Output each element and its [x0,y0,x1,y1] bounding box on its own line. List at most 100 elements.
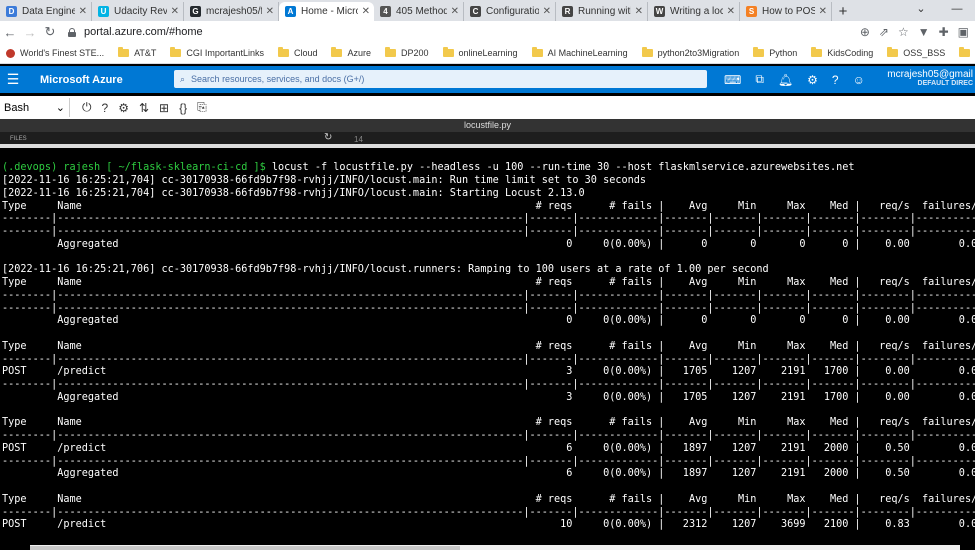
bookmark-item[interactable]: Cloud [277,47,317,58]
terminal-horizontal-scrollbar[interactable] [30,545,960,550]
terminal-command-line: (.devops) rajesh [ ~/flask-sklearn-ci-cd… [2,161,855,174]
bookmark-item[interactable]: onlineLearning [442,47,518,58]
terminal-command: locust -f locustfile.py --headless -u 10… [265,162,855,173]
browser-tab[interactable]: 4 405 Method N ✕ [374,2,464,21]
terminal-line: [2022-11-16 16:25:21,704] cc-30170938-66… [2,175,647,186]
bookmark-item[interactable]: KidsCoding [811,47,873,58]
settings-gear-icon[interactable]: ⚙ [807,73,818,87]
tab-favicon-icon: C [470,6,481,17]
terminal-line: --------|-------------------------------… [2,430,975,441]
url-field[interactable]: portal.azure.com/#home [68,26,203,38]
tab-close-icon[interactable]: ✕ [79,6,87,17]
bookmark-item[interactable]: Python [753,47,798,58]
browser-tab[interactable]: U Udacity Revie ✕ [92,2,184,21]
bookmark-item[interactable]: python2to3Migration [641,47,739,58]
bookmark-label: Azure [347,48,371,58]
bookmark-item[interactable]: AT&T [118,47,157,58]
terminal-line: Type Name # reqs # fails | Avg Min Max M… [2,277,975,288]
bookmark-item[interactable]: AI MachineLearning [531,47,628,58]
settings-icon[interactable]: ⚙ [118,101,129,115]
tab-close-icon[interactable]: ✕ [819,6,827,17]
tab-title: Configuration [486,6,539,17]
back-icon[interactable]: ← [0,25,20,40]
browser-tab[interactable]: R Running with ✕ [556,2,648,21]
minimize-icon[interactable]: — [939,0,975,21]
browser-tab[interactable]: C Configuration ✕ [464,2,556,21]
editor-line-number: 14 [354,135,363,144]
browser-tab[interactable]: W Writing a locu ✕ [648,2,740,21]
filter-extension-icon[interactable]: ▼ [918,25,930,39]
side-panel-icon[interactable]: ▣ [958,25,969,39]
azure-header-icons: ⌨ ⧉ 🔔︎ ⚙ ? ☺ [724,66,865,93]
feedback-icon[interactable]: ☺ [853,73,865,87]
install-icon[interactable]: ⊕ [860,25,870,39]
scrollbar-thumb[interactable] [30,546,460,550]
bookmark-item[interactable]: Azure [331,47,371,58]
tab-close-icon[interactable]: ✕ [362,6,370,17]
shell-type-select[interactable]: Bash ⌄ [0,98,70,117]
terminal-prompt: (.devops) rajesh [ ~/flask-sklearn-ci-cd… [2,162,266,173]
tab-title: mcrajesh05/fl [206,6,262,17]
terminal-output[interactable]: (.devops) rajesh [ ~/flask-sklearn-ci-cd… [0,148,975,545]
azure-brand[interactable]: Microsoft Azure [40,74,160,86]
address-bar-actions: ⊕ ⇗ ☆ ▼ ✚ ▣ [860,21,969,43]
tab-favicon-icon: D [6,6,17,17]
terminal-line: Aggregated 3 0(0.00%) | 1705 1207 2191 1… [2,391,975,403]
forward-icon[interactable]: → [20,25,40,40]
bookmark-item[interactable]: DP200 [384,47,429,58]
puzzle-extension-icon[interactable]: ✚ [939,25,949,39]
azure-search-placeholder: Search resources, services, and docs (G+… [191,74,365,84]
tab-close-icon[interactable]: ✕ [543,6,551,17]
restart-power-icon[interactable]: ⏻ [82,100,92,115]
folder-icon [641,47,653,57]
tab-search-chevron-icon[interactable]: ⌄ [903,0,939,21]
editor-braces-icon[interactable]: {} [179,101,187,115]
tab-close-icon[interactable]: ✕ [171,6,179,17]
bookmark-item[interactable]: OSS_BSS [887,47,945,58]
cloud-shell-icon[interactable]: ⌨ [724,73,741,87]
tab-title: Data Engineer [22,6,75,17]
tab-close-icon[interactable]: ✕ [451,6,459,17]
account-menu[interactable]: mcrajesh05@gmail DEFAULT DIREC [887,69,973,87]
tab-title: How to POST [762,6,815,17]
help-icon[interactable]: ? [832,73,839,87]
terminal-line: Aggregated 0 0(0.00%) | 0 0 0 0 | 0.00 0… [2,238,975,250]
url-text: portal.azure.com/#home [84,26,203,38]
new-tab-icon[interactable]: + [832,2,854,21]
bookmark-label: AT&T [134,48,157,58]
bookmark-item[interactable]: UX-Design [959,47,975,58]
notifications-bell-icon[interactable]: 🔔︎ [778,73,793,87]
azure-search-input[interactable]: ⌕ Search resources, services, and docs (… [174,70,707,88]
bookmark-item[interactable]: CGI ImportantLinks [170,47,264,58]
tab-title: Home - Micro [301,6,358,17]
terminal-line: --------|-------------------------------… [2,213,975,225]
terminal-line: Aggregated 0 0(0.00%) | 0 0 0 0 | 0.00 0… [2,315,975,327]
tab-favicon-icon: A [285,6,296,17]
reload-icon[interactable]: ↻ [40,24,60,40]
web-preview-icon[interactable]: ⎘ [197,100,207,115]
bookmark-label: Python [769,48,798,58]
share-icon[interactable]: ⇗ [879,25,889,39]
upload-download-icon[interactable]: ⇅ [139,101,149,115]
refresh-icon[interactable]: ↻ [324,132,332,143]
bookmark-item[interactable]: World's Finest STE... [6,48,104,58]
tab-favicon-icon: U [98,6,109,17]
browser-tab[interactable]: A Home - Micro ✕ [279,2,374,21]
directory-filter-icon[interactable]: ⧉ [755,72,764,87]
browser-tab[interactable]: D Data Engineer ✕ [0,2,92,21]
folder-icon [531,47,543,57]
new-session-icon[interactable]: ⊞ [159,101,169,115]
files-label: FILES [10,136,27,142]
hamburger-menu-icon[interactable]: ☰ [0,71,26,88]
bookmark-label: DP200 [400,48,429,58]
bookmarks-bar: World's Finest STE... AT&T CGI ImportantLi… [0,43,975,64]
browser-tab[interactable]: Gmcrajesh05/fl ✕ [184,2,279,21]
star-icon[interactable]: ☆ [898,25,909,39]
help-question-icon[interactable]: ? [102,101,109,115]
tab-close-icon[interactable]: ✕ [635,6,643,17]
lock-icon [68,27,76,37]
bookmark-label: CGI ImportantLinks [186,48,264,58]
tab-close-icon[interactable]: ✕ [266,6,274,17]
tab-close-icon[interactable]: ✕ [727,6,735,17]
browser-tab[interactable]: S How to POST ✕ [740,2,832,21]
